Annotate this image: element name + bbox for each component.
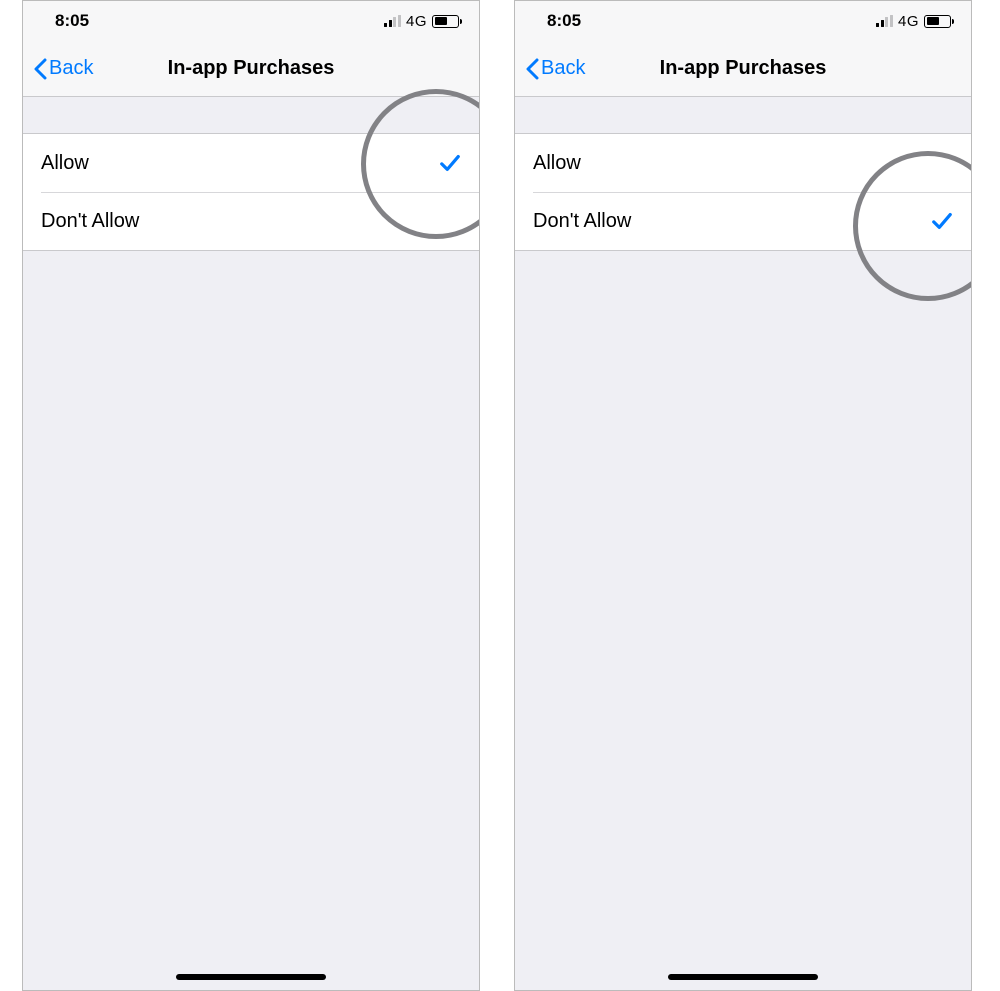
status-time: 8:05 [547, 11, 581, 31]
screenshot-pair: 8:05 4G Back In-app Purchases Allow [0, 0, 1000, 991]
chevron-left-icon [33, 58, 47, 80]
back-button[interactable]: Back [525, 57, 585, 80]
nav-bar: Back In-app Purchases [515, 41, 971, 97]
option-dont-allow-label: Don't Allow [41, 210, 139, 233]
status-right: 4G [384, 13, 459, 30]
chevron-left-icon [525, 58, 539, 80]
nav-bar: Back In-app Purchases [23, 41, 479, 97]
status-bar: 8:05 4G [23, 1, 479, 41]
checkmark-icon [931, 210, 953, 232]
phone-screen-dont-allow: 8:05 4G Back In-app Purchases Allow [514, 0, 972, 991]
checkmark-icon [439, 152, 461, 174]
status-bar: 8:05 4G [515, 1, 971, 41]
status-time: 8:05 [55, 11, 89, 31]
options-list: Allow Don't Allow [23, 133, 479, 251]
battery-icon [432, 15, 459, 28]
battery-icon [924, 15, 951, 28]
signal-icon [384, 15, 401, 27]
network-label: 4G [898, 13, 919, 30]
options-list: Allow Don't Allow [515, 133, 971, 251]
option-dont-allow[interactable]: Don't Allow [23, 192, 479, 250]
back-button[interactable]: Back [33, 57, 93, 80]
phone-screen-allow: 8:05 4G Back In-app Purchases Allow [22, 0, 480, 991]
list-spacer [23, 97, 479, 133]
home-indicator [176, 974, 326, 980]
option-allow-label: Allow [533, 152, 581, 175]
option-dont-allow[interactable]: Don't Allow [515, 192, 971, 250]
back-label: Back [541, 57, 585, 80]
list-spacer [515, 97, 971, 133]
back-label: Back [49, 57, 93, 80]
status-right: 4G [876, 13, 951, 30]
option-allow-label: Allow [41, 152, 89, 175]
option-allow[interactable]: Allow [23, 134, 479, 192]
option-allow[interactable]: Allow [515, 134, 971, 192]
signal-icon [876, 15, 893, 27]
network-label: 4G [406, 13, 427, 30]
option-dont-allow-label: Don't Allow [533, 210, 631, 233]
home-indicator [668, 974, 818, 980]
